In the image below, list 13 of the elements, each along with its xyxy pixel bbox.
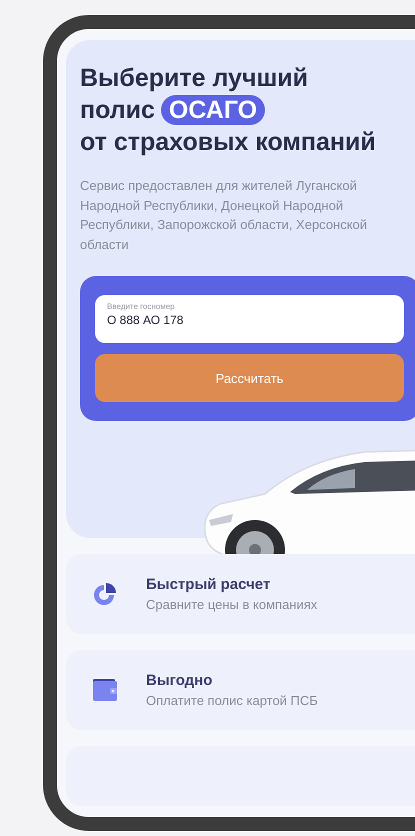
description: Сервис предоставлен для жителей Луганской Народной Республики, Донецкой Народной Республики, Запорожской области, Херсонской области <box>80 177 368 254</box>
wallet-icon <box>92 677 118 703</box>
heading-line: полис <box>80 95 155 126</box>
heading-line: Выберите лучший <box>80 63 310 94</box>
plate-number-field[interactable]: Введите госномер О 888 АО 178 <box>95 295 404 343</box>
feature-title: Выгодно <box>146 672 214 689</box>
heading-line: от страховых компаний <box>80 127 377 158</box>
pie-chart-icon <box>92 581 118 607</box>
heading-badge: ОСАГО <box>160 95 266 125</box>
feature-title: Быстрый расчет <box>146 576 272 593</box>
plate-number-input[interactable]: О 888 АО 178 <box>107 311 392 327</box>
feature-subtitle: Сравните цены в компаниях <box>146 597 318 612</box>
feature-subtitle: Оплатите полис картой ПСБ <box>146 693 318 708</box>
